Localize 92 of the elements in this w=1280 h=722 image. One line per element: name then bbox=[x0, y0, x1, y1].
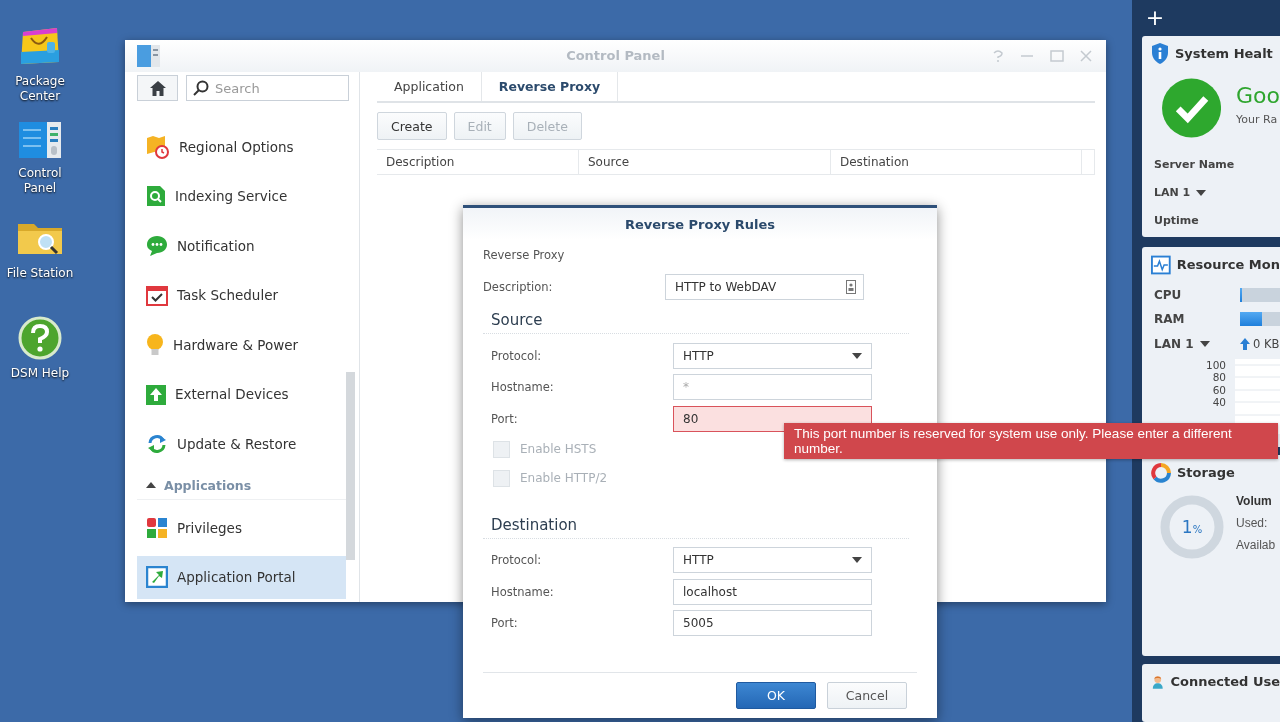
desktop-icon-label[interactable]: File Station bbox=[5, 266, 75, 281]
scrollbar[interactable] bbox=[346, 372, 355, 560]
control-panel-icon bbox=[137, 45, 161, 67]
desktop-icon-label[interactable]: Package Center bbox=[5, 74, 75, 104]
volume-info: Volum bbox=[1236, 493, 1273, 510]
caret-icon bbox=[1199, 340, 1210, 347]
column-header[interactable]: Description bbox=[377, 150, 579, 174]
widget-title: Connected Use bbox=[1170, 674, 1280, 690]
donut-chart-icon bbox=[1151, 462, 1171, 483]
sidebar-item[interactable]: Indexing Service bbox=[137, 174, 346, 218]
text-field[interactable]: * bbox=[673, 374, 872, 400]
meter-label: RAM bbox=[1154, 311, 1186, 326]
dialog-button[interactable]: Cancel bbox=[827, 682, 907, 709]
home-icon bbox=[149, 80, 166, 96]
window-title: Control Panel bbox=[566, 48, 665, 63]
upload-reading: 0 KB bbox=[1253, 336, 1280, 351]
help-icon bbox=[18, 316, 62, 360]
status-note: Your Ra bbox=[1236, 112, 1279, 126]
search-document-icon bbox=[146, 185, 166, 207]
light-bulb-icon bbox=[146, 332, 164, 357]
column-header[interactable]: Destination bbox=[831, 150, 1082, 174]
network-label: LAN 1 bbox=[1154, 336, 1194, 351]
chat-bubble-icon bbox=[146, 234, 168, 257]
check-circle-icon bbox=[1162, 76, 1222, 139]
sidebar-item[interactable]: Privileges bbox=[137, 506, 346, 549]
sidebar-item[interactable]: Update & Restore bbox=[137, 422, 346, 465]
field-label: Hostname: bbox=[491, 584, 555, 599]
axis-label: 80 bbox=[1212, 371, 1226, 384]
shortcut-arrow-icon bbox=[146, 566, 168, 588]
error-tooltip: This port number is reserved for system use only. Please enter a different number. bbox=[784, 423, 1278, 459]
caret-icon bbox=[852, 352, 862, 359]
sidebar-item[interactable]: External Devices bbox=[137, 372, 346, 416]
field-label: Port: bbox=[491, 616, 519, 630]
axis-label: 60 bbox=[1212, 383, 1226, 397]
calendar-check-icon bbox=[146, 284, 168, 306]
close-icon[interactable] bbox=[1080, 50, 1092, 62]
add-widget-button[interactable]: + bbox=[1135, 0, 1175, 36]
tab[interactable]: Reverse Proxy bbox=[481, 72, 619, 101]
widget-title: Storage bbox=[1177, 465, 1235, 481]
tab[interactable]: Application bbox=[377, 72, 482, 101]
caret-icon bbox=[146, 482, 156, 488]
search-icon bbox=[193, 80, 209, 96]
section-heading: Source bbox=[490, 310, 544, 331]
pulse-monitor-icon bbox=[1151, 254, 1171, 275]
field-label: Description: bbox=[483, 280, 554, 294]
info-label: Uptime bbox=[1154, 214, 1199, 228]
caret-icon bbox=[1196, 189, 1207, 196]
sidebar-item[interactable]: Notification bbox=[137, 224, 346, 267]
desktop-icon-label[interactable]: Control Panel bbox=[5, 166, 75, 196]
control-panel-icon bbox=[17, 120, 63, 160]
help-icon[interactable] bbox=[992, 50, 1004, 62]
sidebar-item[interactable]: Regional Options bbox=[137, 125, 346, 168]
volume-info: Used: bbox=[1236, 515, 1269, 532]
volume-info: Availab bbox=[1236, 537, 1276, 554]
text-field[interactable]: 5005 bbox=[673, 610, 872, 636]
text-field[interactable]: localhost bbox=[673, 578, 872, 605]
sidebar-item[interactable]: Application Portal bbox=[137, 555, 346, 599]
refresh-arrows-icon bbox=[146, 432, 168, 455]
sidebar-item[interactable]: Hardware & Power bbox=[137, 323, 346, 366]
field-label: Hostname: bbox=[491, 380, 555, 394]
caret-icon bbox=[852, 557, 862, 563]
axis-label: 100 bbox=[1205, 358, 1226, 372]
toolbar-button[interactable]: Create bbox=[377, 112, 447, 140]
maximize-icon[interactable] bbox=[1050, 50, 1064, 62]
info-label: LAN 1 bbox=[1154, 186, 1191, 200]
contact-card-icon bbox=[846, 280, 856, 294]
up-arrow-icon bbox=[1240, 337, 1250, 350]
dropdown[interactable]: HTTP bbox=[673, 342, 872, 369]
column-header[interactable]: Source bbox=[579, 150, 831, 174]
field-label: Protocol: bbox=[491, 348, 543, 363]
grid-squares-icon bbox=[146, 516, 168, 539]
text-field[interactable]: HTTP to WebDAV bbox=[665, 274, 864, 300]
widget-title: Resource Mon bbox=[1176, 257, 1280, 273]
section-heading: Destination bbox=[490, 514, 579, 536]
field-label: Port: bbox=[491, 411, 519, 426]
search-field[interactable]: Search bbox=[186, 75, 349, 101]
usage-ring: 1% bbox=[1160, 494, 1224, 559]
form-subtitle: Reverse Proxy bbox=[483, 247, 566, 264]
map-clock-icon bbox=[146, 134, 170, 159]
meter-label: CPU bbox=[1154, 287, 1183, 302]
status-text: Goo bbox=[1236, 81, 1280, 110]
info-shield-icon bbox=[1151, 43, 1169, 65]
widget-title: System Healt bbox=[1175, 46, 1273, 62]
sidebar-item[interactable]: Task Scheduler bbox=[137, 273, 346, 317]
axis-label: 40 bbox=[1212, 396, 1226, 409]
info-label: Server Name bbox=[1154, 158, 1235, 172]
desktop-icon-label[interactable]: DSM Help bbox=[5, 366, 75, 381]
dialog-title: Reverse Proxy Rules bbox=[624, 216, 776, 232]
dialog-button[interactable]: OK bbox=[736, 682, 816, 709]
home-button[interactable] bbox=[137, 75, 178, 101]
dropdown[interactable]: HTTP bbox=[673, 547, 872, 573]
field-label: Protocol: bbox=[491, 553, 543, 567]
